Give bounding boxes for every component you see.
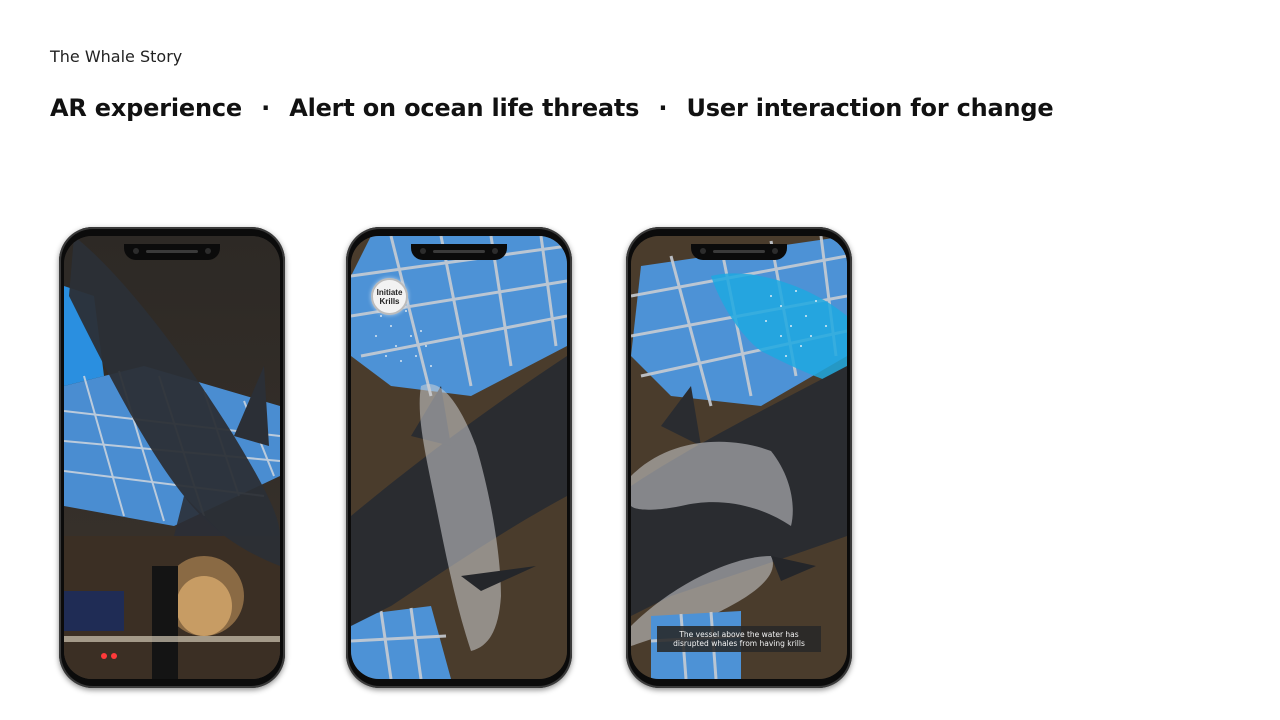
separator-dot: ·	[261, 94, 271, 122]
phone-mockup-1	[59, 227, 285, 688]
phone-notch	[124, 244, 220, 260]
phone-notch	[411, 244, 507, 260]
krill-button-label: Initiate	[376, 287, 403, 297]
headline-item-interaction: User interaction for change	[686, 94, 1054, 122]
phone-screen: The vessel above the water has disrupted…	[631, 236, 847, 679]
page: The Whale Story AR experience · Alert on…	[0, 0, 1280, 720]
phone-mockup-3: The vessel above the water has disrupted…	[626, 227, 852, 688]
phone-screen	[64, 236, 280, 679]
ar-scene-image	[64, 236, 280, 679]
phone-mockup-2: Initiate Krills	[346, 227, 572, 688]
headline-item-ar: AR experience	[50, 94, 242, 122]
project-label: The Whale Story	[50, 47, 183, 66]
headline-item-alert: Alert on ocean life threats	[289, 94, 640, 122]
ar-scene-image	[631, 236, 847, 679]
krill-button-label: Krills	[379, 296, 400, 306]
page-headline: AR experience · Alert on ocean life thre…	[50, 94, 1054, 122]
initiate-krills-button[interactable]: Initiate Krills	[371, 278, 408, 315]
phone-notch	[691, 244, 787, 260]
caption-line: disrupted whales from having krills	[673, 639, 805, 648]
caption-line: The vessel above the water has	[679, 630, 799, 639]
story-caption: The vessel above the water has disrupted…	[657, 626, 821, 652]
separator-dot: ·	[658, 94, 668, 122]
phone-screen: Initiate Krills	[351, 236, 567, 679]
